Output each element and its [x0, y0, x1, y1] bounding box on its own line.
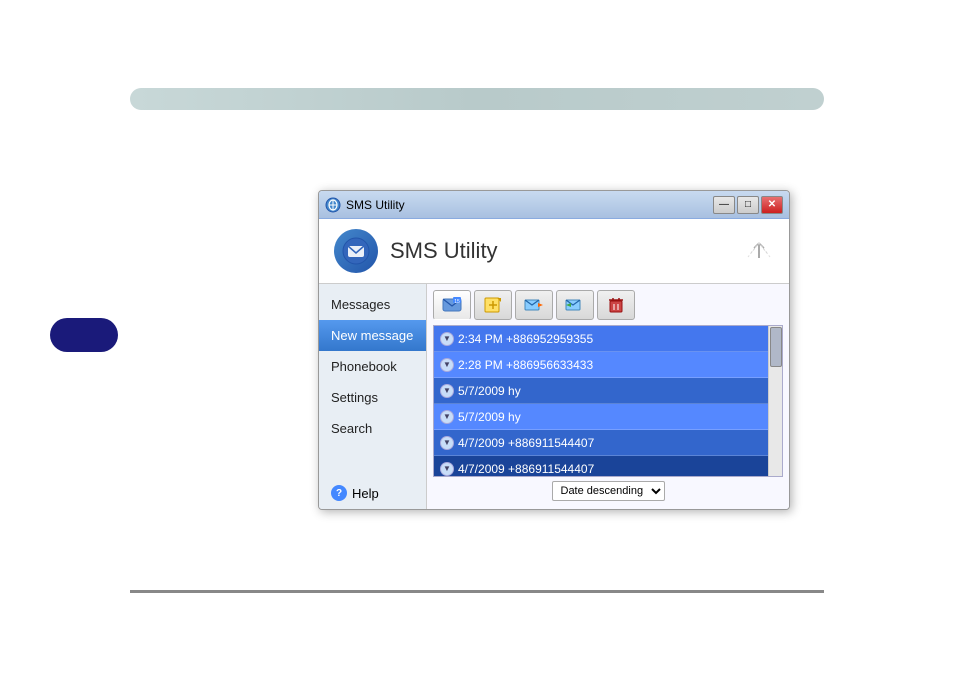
scrollbar-track[interactable] — [768, 326, 782, 476]
sms-utility-window: SMS Utility — □ ✕ SMS Utility — [318, 190, 790, 510]
help-icon: ? — [331, 485, 347, 501]
message-arrow-icon: ▼ — [440, 358, 454, 372]
sort-select[interactable]: Date descending Date ascending Sender Su… — [552, 481, 665, 501]
top-decorative-bar — [130, 88, 824, 110]
forward-tab-button[interactable] — [515, 290, 553, 320]
message-text: 5/7/2009 hy — [458, 410, 521, 424]
main-panel: 15 — [427, 284, 789, 509]
app-title: SMS Utility — [390, 238, 498, 264]
content-area: Messages New message Phonebook Settings … — [319, 284, 789, 509]
sidebar-item-new-message[interactable]: New message — [319, 320, 426, 351]
message-item[interactable]: ▼ 2:28 PM +886956633433 — [434, 352, 782, 378]
sidebar-item-settings[interactable]: Settings — [319, 382, 426, 413]
app-logo — [334, 229, 378, 273]
sidebar-item-search[interactable]: Search — [319, 413, 426, 444]
inbox-tab-button[interactable]: 15 — [433, 290, 471, 320]
minimize-button[interactable]: — — [713, 196, 735, 214]
message-item[interactable]: ▼ 2:34 PM +886952959355 — [434, 326, 782, 352]
message-text: 2:34 PM +886952959355 — [458, 332, 593, 346]
maximize-button[interactable]: □ — [737, 196, 759, 214]
close-button[interactable]: ✕ — [761, 196, 783, 214]
window-controls: — □ ✕ — [713, 196, 783, 214]
sidebar: Messages New message Phonebook Settings … — [319, 284, 427, 509]
message-item[interactable]: ▼ 5/7/2009 hy — [434, 404, 782, 430]
left-oval-decoration — [50, 318, 118, 352]
sort-bar: Date descending Date ascending Sender Su… — [433, 477, 783, 503]
message-item[interactable]: ▼ 5/7/2009 hy — [434, 378, 782, 404]
message-arrow-icon: ▼ — [440, 384, 454, 398]
message-arrow-icon: ▼ — [440, 462, 454, 476]
message-text: 2:28 PM +886956633433 — [458, 358, 593, 372]
message-arrow-icon: ▼ — [440, 410, 454, 424]
message-list: ▼ 2:34 PM +886952959355 ▼ 2:28 PM +88695… — [433, 325, 783, 477]
svg-text:15: 15 — [454, 299, 460, 305]
title-bar-icon — [325, 197, 341, 213]
app-header: SMS Utility — [319, 219, 789, 284]
new-message-tab-button[interactable] — [474, 290, 512, 320]
title-bar: SMS Utility — □ ✕ — [319, 191, 789, 219]
sidebar-item-messages[interactable]: Messages — [319, 289, 426, 320]
message-text: 5/7/2009 hy — [458, 384, 521, 398]
signal-antenna-icon — [744, 233, 774, 269]
sidebar-item-phonebook[interactable]: Phonebook — [319, 351, 426, 382]
message-item[interactable]: ▼ 4/7/2009 +886911544407 — [434, 456, 782, 477]
message-arrow-icon: ▼ — [440, 332, 454, 346]
message-text: 4/7/2009 +886911544407 — [458, 436, 594, 450]
message-arrow-icon: ▼ — [440, 436, 454, 450]
message-item[interactable]: ▼ 4/7/2009 +886911544407 — [434, 430, 782, 456]
title-bar-left: SMS Utility — [325, 197, 405, 213]
title-bar-text: SMS Utility — [346, 198, 405, 212]
message-text: 4/7/2009 +886911544407 — [458, 462, 594, 476]
toolbar: 15 — [433, 290, 783, 320]
bottom-decorative-bar — [130, 590, 824, 593]
reply-tab-button[interactable] — [556, 290, 594, 320]
scrollbar-thumb[interactable] — [770, 327, 782, 367]
delete-tab-button[interactable] — [597, 290, 635, 320]
help-button[interactable]: ? Help — [319, 477, 426, 509]
